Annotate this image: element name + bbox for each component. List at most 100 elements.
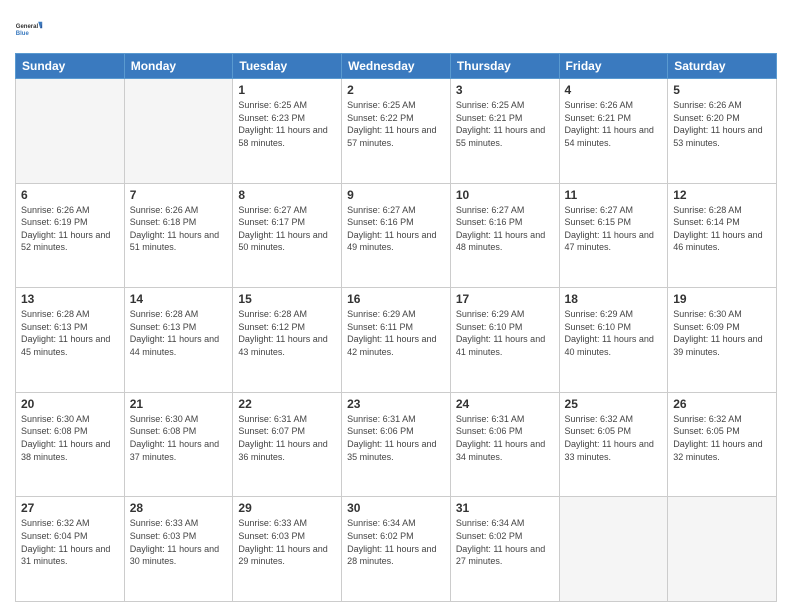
cell-info: Sunrise: 6:28 AM Sunset: 6:14 PM Dayligh…	[673, 204, 771, 254]
cell-info: Sunrise: 6:31 AM Sunset: 6:06 PM Dayligh…	[347, 413, 445, 463]
day-number: 10	[456, 188, 554, 202]
day-number: 28	[130, 501, 228, 515]
sunset-text: Sunset: 6:12 PM	[238, 321, 336, 334]
svg-text:Blue: Blue	[16, 31, 30, 37]
day-number: 1	[238, 83, 336, 97]
sunrise-text: Sunrise: 6:32 AM	[21, 517, 119, 530]
sunset-text: Sunset: 6:17 PM	[238, 216, 336, 229]
calendar-table: SundayMondayTuesdayWednesdayThursdayFrid…	[15, 53, 777, 602]
sunset-text: Sunset: 6:13 PM	[130, 321, 228, 334]
cell-info: Sunrise: 6:32 AM Sunset: 6:04 PM Dayligh…	[21, 517, 119, 567]
daylight-text: Daylight: 11 hours and 34 minutes.	[456, 438, 554, 463]
calendar-cell: 23 Sunrise: 6:31 AM Sunset: 6:06 PM Dayl…	[342, 392, 451, 497]
daylight-text: Daylight: 11 hours and 49 minutes.	[347, 229, 445, 254]
daylight-text: Daylight: 11 hours and 44 minutes.	[130, 333, 228, 358]
calendar-cell: 9 Sunrise: 6:27 AM Sunset: 6:16 PM Dayli…	[342, 183, 451, 288]
day-number: 21	[130, 397, 228, 411]
sunset-text: Sunset: 6:23 PM	[238, 112, 336, 125]
cell-info: Sunrise: 6:26 AM Sunset: 6:19 PM Dayligh…	[21, 204, 119, 254]
sunset-text: Sunset: 6:21 PM	[565, 112, 663, 125]
cell-info: Sunrise: 6:28 AM Sunset: 6:13 PM Dayligh…	[130, 308, 228, 358]
day-number: 20	[21, 397, 119, 411]
sunset-text: Sunset: 6:02 PM	[456, 530, 554, 543]
daylight-text: Daylight: 11 hours and 38 minutes.	[21, 438, 119, 463]
day-number: 25	[565, 397, 663, 411]
cell-info: Sunrise: 6:34 AM Sunset: 6:02 PM Dayligh…	[347, 517, 445, 567]
calendar-week-row: 6 Sunrise: 6:26 AM Sunset: 6:19 PM Dayli…	[16, 183, 777, 288]
cell-info: Sunrise: 6:25 AM Sunset: 6:22 PM Dayligh…	[347, 99, 445, 149]
day-number: 8	[238, 188, 336, 202]
day-number: 27	[21, 501, 119, 515]
calendar-cell: 1 Sunrise: 6:25 AM Sunset: 6:23 PM Dayli…	[233, 79, 342, 184]
sunrise-text: Sunrise: 6:26 AM	[130, 204, 228, 217]
sunrise-text: Sunrise: 6:34 AM	[347, 517, 445, 530]
daylight-text: Daylight: 11 hours and 55 minutes.	[456, 124, 554, 149]
cell-info: Sunrise: 6:30 AM Sunset: 6:08 PM Dayligh…	[130, 413, 228, 463]
sunrise-text: Sunrise: 6:28 AM	[130, 308, 228, 321]
calendar-cell: 20 Sunrise: 6:30 AM Sunset: 6:08 PM Dayl…	[16, 392, 125, 497]
calendar-cell: 3 Sunrise: 6:25 AM Sunset: 6:21 PM Dayli…	[450, 79, 559, 184]
day-number: 15	[238, 292, 336, 306]
sunrise-text: Sunrise: 6:29 AM	[456, 308, 554, 321]
sunrise-text: Sunrise: 6:28 AM	[238, 308, 336, 321]
cell-info: Sunrise: 6:26 AM Sunset: 6:20 PM Dayligh…	[673, 99, 771, 149]
svg-text:General: General	[16, 24, 39, 30]
sunrise-text: Sunrise: 6:31 AM	[347, 413, 445, 426]
daylight-text: Daylight: 11 hours and 27 minutes.	[456, 543, 554, 568]
day-number: 5	[673, 83, 771, 97]
day-number: 6	[21, 188, 119, 202]
sunset-text: Sunset: 6:13 PM	[21, 321, 119, 334]
sunset-text: Sunset: 6:11 PM	[347, 321, 445, 334]
daylight-text: Daylight: 11 hours and 52 minutes.	[21, 229, 119, 254]
day-number: 4	[565, 83, 663, 97]
sunrise-text: Sunrise: 6:25 AM	[347, 99, 445, 112]
sunrise-text: Sunrise: 6:30 AM	[130, 413, 228, 426]
calendar-cell: 12 Sunrise: 6:28 AM Sunset: 6:14 PM Dayl…	[668, 183, 777, 288]
calendar-cell: 7 Sunrise: 6:26 AM Sunset: 6:18 PM Dayli…	[124, 183, 233, 288]
daylight-text: Daylight: 11 hours and 41 minutes.	[456, 333, 554, 358]
sunrise-text: Sunrise: 6:32 AM	[565, 413, 663, 426]
calendar-cell: 16 Sunrise: 6:29 AM Sunset: 6:11 PM Dayl…	[342, 288, 451, 393]
sunset-text: Sunset: 6:06 PM	[456, 425, 554, 438]
logo-icon: General Blue	[15, 15, 43, 43]
sunset-text: Sunset: 6:10 PM	[565, 321, 663, 334]
weekday-header-tuesday: Tuesday	[233, 54, 342, 79]
calendar-cell: 4 Sunrise: 6:26 AM Sunset: 6:21 PM Dayli…	[559, 79, 668, 184]
calendar-cell: 24 Sunrise: 6:31 AM Sunset: 6:06 PM Dayl…	[450, 392, 559, 497]
sunset-text: Sunset: 6:08 PM	[21, 425, 119, 438]
calendar-cell: 17 Sunrise: 6:29 AM Sunset: 6:10 PM Dayl…	[450, 288, 559, 393]
sunrise-text: Sunrise: 6:29 AM	[565, 308, 663, 321]
cell-info: Sunrise: 6:26 AM Sunset: 6:21 PM Dayligh…	[565, 99, 663, 149]
sunset-text: Sunset: 6:08 PM	[130, 425, 228, 438]
calendar-cell: 11 Sunrise: 6:27 AM Sunset: 6:15 PM Dayl…	[559, 183, 668, 288]
sunrise-text: Sunrise: 6:31 AM	[238, 413, 336, 426]
cell-info: Sunrise: 6:28 AM Sunset: 6:12 PM Dayligh…	[238, 308, 336, 358]
weekday-header-row: SundayMondayTuesdayWednesdayThursdayFrid…	[16, 54, 777, 79]
daylight-text: Daylight: 11 hours and 36 minutes.	[238, 438, 336, 463]
day-number: 11	[565, 188, 663, 202]
sunrise-text: Sunrise: 6:26 AM	[21, 204, 119, 217]
cell-info: Sunrise: 6:27 AM Sunset: 6:16 PM Dayligh…	[347, 204, 445, 254]
sunrise-text: Sunrise: 6:25 AM	[456, 99, 554, 112]
calendar-cell: 5 Sunrise: 6:26 AM Sunset: 6:20 PM Dayli…	[668, 79, 777, 184]
daylight-text: Daylight: 11 hours and 45 minutes.	[21, 333, 119, 358]
daylight-text: Daylight: 11 hours and 42 minutes.	[347, 333, 445, 358]
sunrise-text: Sunrise: 6:31 AM	[456, 413, 554, 426]
sunset-text: Sunset: 6:20 PM	[673, 112, 771, 125]
calendar-cell: 18 Sunrise: 6:29 AM Sunset: 6:10 PM Dayl…	[559, 288, 668, 393]
cell-info: Sunrise: 6:26 AM Sunset: 6:18 PM Dayligh…	[130, 204, 228, 254]
day-number: 17	[456, 292, 554, 306]
cell-info: Sunrise: 6:31 AM Sunset: 6:06 PM Dayligh…	[456, 413, 554, 463]
daylight-text: Daylight: 11 hours and 58 minutes.	[238, 124, 336, 149]
sunrise-text: Sunrise: 6:27 AM	[565, 204, 663, 217]
calendar-week-row: 27 Sunrise: 6:32 AM Sunset: 6:04 PM Dayl…	[16, 497, 777, 602]
day-number: 2	[347, 83, 445, 97]
weekday-header-friday: Friday	[559, 54, 668, 79]
day-number: 26	[673, 397, 771, 411]
cell-info: Sunrise: 6:29 AM Sunset: 6:11 PM Dayligh…	[347, 308, 445, 358]
day-number: 7	[130, 188, 228, 202]
daylight-text: Daylight: 11 hours and 57 minutes.	[347, 124, 445, 149]
calendar-cell	[559, 497, 668, 602]
weekday-header-monday: Monday	[124, 54, 233, 79]
weekday-header-wednesday: Wednesday	[342, 54, 451, 79]
